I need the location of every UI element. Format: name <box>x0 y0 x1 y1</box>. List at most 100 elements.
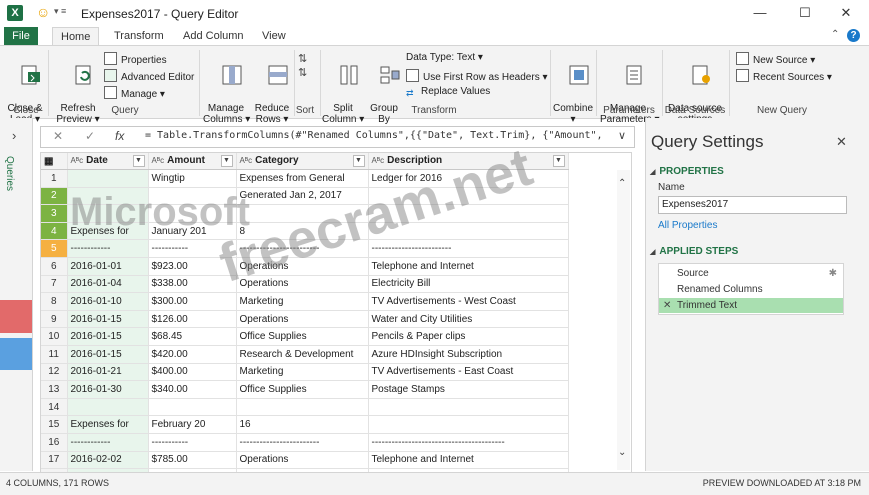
table-cell[interactable]: Marketing <box>236 363 369 382</box>
table-row[interactable]: 13 2016-01-30 $340.00 Office Supplies Postag… <box>41 380 569 399</box>
scroll-up-icon[interactable]: ⌃ <box>618 178 626 189</box>
row-number[interactable]: 5 <box>41 239 68 258</box>
text-type-icon[interactable]: Aᴮᴄ <box>152 156 165 165</box>
step-renamed-columns[interactable]: Renamed Columns <box>659 282 843 297</box>
table-cell[interactable]: $340.00 <box>148 380 237 399</box>
row-number[interactable]: 9 <box>41 310 68 329</box>
row-number[interactable]: 2 <box>41 187 68 206</box>
table-cell[interactable]: $400.00 <box>148 363 237 382</box>
table-cell[interactable]: $338.00 <box>148 275 237 294</box>
table-cell[interactable]: $126.00 <box>148 310 237 329</box>
table-cell[interactable]: ------------------------ <box>236 433 369 452</box>
table-cell[interactable]: Office Supplies <box>236 380 369 399</box>
tab-transform[interactable]: Transform <box>106 27 172 45</box>
row-number[interactable]: 17 <box>41 451 68 470</box>
table-row[interactable]: 7 2016-01-04 $338.00 Operations Electricity … <box>41 275 569 294</box>
table-row[interactable]: 12 2016-01-21 $400.00 Marketing TV Advertise… <box>41 363 569 382</box>
table-cell[interactable]: 2016-01-21 <box>67 363 149 382</box>
column-header-amount[interactable]: Aᴮᴄ Amount ▼ <box>148 153 237 170</box>
expand-queries-pane-icon[interactable]: › <box>12 128 16 143</box>
text-type-icon[interactable]: Aᴮᴄ <box>372 156 385 165</box>
table-row[interactable]: 10 2016-01-15 $68.45 Office Supplies Pencils… <box>41 327 569 346</box>
use-first-row-headers-button[interactable]: Use First Row as Headers ▾ <box>406 69 548 83</box>
table-cell[interactable] <box>148 398 237 417</box>
table-cell[interactable]: Research & Development <box>236 345 369 364</box>
table-cell[interactable]: Telephone and Internet <box>368 257 569 276</box>
text-type-icon[interactable]: Aᴮᴄ <box>240 156 253 165</box>
row-number[interactable]: 13 <box>41 380 68 399</box>
formula-input[interactable]: = Table.TransformColumns(#"Renamed Colum… <box>145 130 603 141</box>
table-cell[interactable] <box>67 169 149 188</box>
table-cell[interactable] <box>368 398 569 417</box>
table-cell[interactable]: 2016-01-15 <box>67 310 149 329</box>
table-cell[interactable]: ----------- <box>148 433 237 452</box>
column-header-category[interactable]: Aᴮᴄ Category ▼ <box>236 153 369 170</box>
table-cell[interactable]: February 20 <box>148 415 237 434</box>
row-number[interactable]: 15 <box>41 415 68 434</box>
table-cell[interactable]: Expenses for <box>67 415 149 434</box>
properties-button[interactable]: Properties <box>104 52 167 66</box>
step-source[interactable]: Source ✱ <box>659 266 843 281</box>
tab-file[interactable]: File <box>4 27 38 45</box>
table-row[interactable]: 14 <box>41 398 569 417</box>
table-cell[interactable]: TV Advertisements - West Coast <box>368 292 569 311</box>
table-cell[interactable] <box>236 398 369 417</box>
row-number[interactable]: 1 <box>41 169 68 188</box>
fx-icon[interactable]: fx <box>115 129 124 143</box>
table-cell[interactable]: Operations <box>236 451 369 470</box>
filter-dropdown-icon[interactable]: ▼ <box>552 155 565 167</box>
table-cell[interactable]: Pencils & Paper clips <box>368 327 569 346</box>
vertical-scrollbar[interactable]: ⌃ ⌄ <box>617 170 630 470</box>
table-cell[interactable]: 2016-01-04 <box>67 275 149 294</box>
quick-access-dropdown-icon[interactable]: ▾ ≡ <box>54 6 66 17</box>
tab-view[interactable]: View <box>254 27 294 45</box>
table-cell[interactable]: $785.00 <box>148 451 237 470</box>
table-row[interactable]: 8 2016-01-10 $300.00 Marketing TV Advertisem… <box>41 292 569 311</box>
row-number[interactable]: 14 <box>41 398 68 417</box>
filter-dropdown-icon[interactable]: ▼ <box>220 155 233 167</box>
text-type-icon[interactable]: Aᴮᴄ <box>71 156 84 165</box>
row-number[interactable]: 11 <box>41 345 68 364</box>
tab-home[interactable]: Home <box>52 27 100 46</box>
properties-section-header[interactable]: PROPERTIES <box>650 166 723 177</box>
close-settings-icon[interactable]: ✕ <box>836 134 847 150</box>
filter-dropdown-icon[interactable]: ▼ <box>132 155 145 167</box>
table-cell[interactable]: Expenses from General <box>236 169 369 188</box>
table-cell[interactable]: ------------------------ <box>368 239 569 258</box>
table-cell[interactable]: Telephone and Internet <box>368 451 569 470</box>
table-cell[interactable]: Water and City Utilities <box>368 310 569 329</box>
table-cell[interactable]: 2016-01-01 <box>67 257 149 276</box>
table-cell[interactable]: 2016-01-30 <box>67 380 149 399</box>
table-cell[interactable]: Electricity Bill <box>368 275 569 294</box>
all-properties-link[interactable]: All Properties <box>658 220 717 231</box>
table-row[interactable]: 11 2016-01-15 $420.00 Research & Developmen… <box>41 345 569 364</box>
table-cell[interactable]: $300.00 <box>148 292 237 311</box>
table-cell[interactable]: 2016-01-15 <box>67 345 149 364</box>
collapse-ribbon-icon[interactable]: ⌃ <box>831 29 839 40</box>
new-source-button[interactable]: New Source ▾ <box>736 52 815 66</box>
table-cell[interactable]: ------------ <box>67 433 149 452</box>
row-number[interactable]: 12 <box>41 363 68 382</box>
maximize-button[interactable]: ☐ <box>793 4 817 22</box>
table-cell[interactable]: Marketing <box>236 292 369 311</box>
help-icon[interactable]: ? <box>847 29 860 42</box>
table-cell[interactable]: 2016-01-15 <box>67 327 149 346</box>
applied-steps-section-header[interactable]: APPLIED STEPS <box>650 246 738 257</box>
tab-add-column[interactable]: Add Column <box>175 27 252 45</box>
table-cell[interactable]: 16 <box>236 415 369 434</box>
table-menu-icon[interactable]: ▦ <box>41 153 68 170</box>
replace-values-button[interactable]: ⇄ Replace Values <box>406 86 490 99</box>
cancel-formula-icon[interactable]: ✕ <box>53 129 63 143</box>
table-cell[interactable] <box>67 398 149 417</box>
table-cell[interactable]: Wingtip <box>148 169 237 188</box>
row-number[interactable]: 16 <box>41 433 68 452</box>
recent-sources-button[interactable]: Recent Sources ▾ <box>736 69 832 83</box>
filter-dropdown-icon[interactable]: ▼ <box>352 155 365 167</box>
table-cell[interactable]: ---------------------------------------- <box>368 433 569 452</box>
step-settings-gear-icon[interactable]: ✱ <box>829 266 837 281</box>
data-type-dropdown[interactable]: Data Type: Text ▾ <box>406 52 483 63</box>
table-cell[interactable]: TV Advertisements - East Coast <box>368 363 569 382</box>
close-window-button[interactable]: ✕ <box>834 4 858 22</box>
row-number[interactable]: 10 <box>41 327 68 346</box>
manage-button[interactable]: Manage ▾ <box>104 86 165 100</box>
